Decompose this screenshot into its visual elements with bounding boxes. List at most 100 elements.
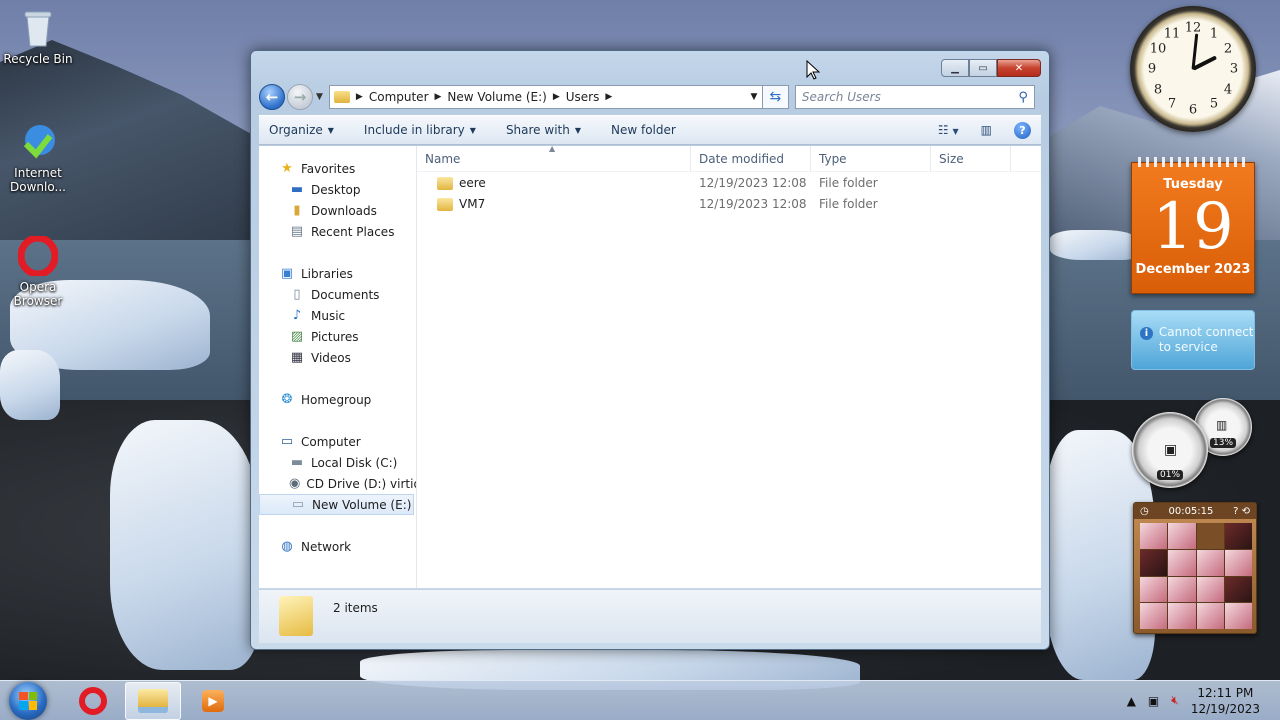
column-header-name[interactable]: Name ▲ [417, 144, 691, 171]
pictures-icon: ▨ [290, 329, 304, 344]
libraries-icon: ▣ [280, 266, 294, 281]
refresh-button[interactable]: ⇆ [762, 85, 789, 109]
chevron-down-icon: ▼ [327, 125, 334, 135]
puzzle-tile[interactable] [1140, 523, 1168, 549]
nav-documents[interactable]: ▯ Documents [259, 284, 416, 305]
puzzle-tile[interactable] [1224, 576, 1252, 603]
puzzle-tile[interactable] [1196, 576, 1224, 603]
new-folder-button[interactable]: New folder [611, 123, 676, 137]
puzzle-tile[interactable] [1224, 523, 1252, 549]
wallpaper-ice [0, 350, 60, 420]
desktop-icon-recycle-bin[interactable]: Recycle Bin [0, 8, 76, 66]
cpu-chip-icon: ▣ [1164, 442, 1178, 458]
puzzle-grid[interactable] [1140, 523, 1252, 629]
nav-cd-drive-d[interactable]: ◉CD Drive (D:) virtio-w [259, 473, 416, 494]
windows-explorer-icon [138, 688, 168, 713]
forward-button[interactable]: → [287, 84, 313, 110]
explorer-window[interactable]: ▁ ▭ ✕ ← → ▼ ▶ Computer ▶ New Volume (E:)… [250, 50, 1050, 650]
nav-network[interactable]: ◍ Network [259, 536, 416, 557]
nav-favorites[interactable]: ★ Favorites [259, 158, 416, 179]
cpu-meter[interactable]: ▣ 01% [1132, 412, 1208, 488]
include-in-library-menu[interactable]: Include in library ▼ [364, 123, 476, 137]
info-icon: i [1140, 327, 1153, 340]
details-pane: 2 items [259, 589, 1041, 643]
share-with-menu[interactable]: Share with ▼ [506, 123, 581, 137]
organize-menu[interactable]: Organize ▼ [269, 123, 334, 137]
puzzle-tile[interactable] [1196, 603, 1224, 629]
weather-gadget[interactable]: i Cannot connect to service [1131, 310, 1255, 370]
memory-chip-icon: ▥ [1216, 418, 1228, 432]
show-hidden-icons-button[interactable]: ▲ [1127, 694, 1136, 708]
computer-icon: ▭ [280, 434, 294, 449]
system-tray: ▲ ▣ 🔇︎ 12:11 PM 12/19/2023 [1127, 685, 1280, 717]
puzzle-tile[interactable] [1224, 549, 1252, 576]
recycle-bin-icon [18, 8, 58, 48]
puzzle-tile[interactable] [1168, 549, 1196, 576]
puzzle-tile[interactable] [1140, 603, 1168, 629]
cd-drive-icon: ◉ [289, 476, 301, 491]
taskbar-opera[interactable] [65, 682, 121, 720]
nav-homegroup[interactable]: ❂ Homegroup [259, 389, 416, 410]
close-button[interactable]: ✕ [997, 59, 1041, 77]
puzzle-tile[interactable] [1168, 603, 1196, 629]
file-list[interactable]: Name ▲ Date modified Type Size eere 12/19… [417, 144, 1041, 588]
picture-puzzle-gadget[interactable]: ◷ 00:05:15 ? ⟲ [1133, 502, 1257, 634]
change-view-button[interactable]: ☷ ▼ [938, 123, 959, 137]
file-row-vm7[interactable]: VM7 12/19/2023 12:08 ... File folder [417, 193, 1041, 214]
puzzle-tile[interactable] [1140, 549, 1168, 576]
address-bar[interactable]: ▶ Computer ▶ New Volume (E:) ▶ Users ▶ ▼ [328, 85, 763, 109]
nav-pictures[interactable]: ▨ Pictures [259, 326, 416, 347]
taskbar-windows-explorer[interactable] [125, 681, 181, 720]
clock-gadget[interactable]: 12 1 2 3 4 5 6 7 8 9 10 11 [1130, 6, 1256, 132]
breadcrumb-new-volume[interactable]: New Volume (E:) [447, 90, 546, 104]
breadcrumb-computer[interactable]: Computer [369, 90, 429, 104]
minimize-button[interactable]: ▁ [941, 59, 969, 77]
navigation-pane[interactable]: ★ Favorites ▬ Desktop ▮ Downloads ▤ Recent P… [259, 146, 417, 588]
breadcrumb-users[interactable]: Users [566, 90, 600, 104]
puzzle-tile[interactable] [1196, 549, 1224, 576]
column-header-type[interactable]: Type [811, 146, 931, 171]
puzzle-tile[interactable] [1168, 523, 1196, 549]
search-icon[interactable]: ⚲ [1018, 90, 1028, 105]
nav-music[interactable]: ♪ Music [259, 305, 416, 326]
taskbar-clock[interactable]: 12:11 PM 12/19/2023 [1191, 685, 1260, 717]
nav-new-volume-e[interactable]: ▭ New Volume (E:) [259, 494, 414, 515]
chevron-right-icon[interactable]: ▶ [356, 92, 363, 102]
file-row-eere[interactable]: eere 12/19/2023 12:08 ... File folder [417, 172, 1041, 193]
nav-downloads[interactable]: ▮ Downloads [259, 200, 416, 221]
preview-pane-button[interactable]: ▥ [981, 123, 992, 137]
back-button[interactable]: ← [259, 84, 285, 110]
nav-desktop[interactable]: ▬ Desktop [259, 179, 416, 200]
network-status-icon[interactable]: ▣ [1148, 694, 1159, 708]
column-header-date-modified[interactable]: Date modified [691, 146, 811, 171]
desktop-icon-opera-browser[interactable]: Opera Browser [0, 236, 76, 308]
puzzle-controls[interactable]: ? ⟲ [1233, 506, 1250, 517]
wallpaper-ice [1050, 230, 1140, 260]
address-history-dropdown[interactable]: ▼ [746, 92, 762, 102]
puzzle-tile[interactable] [1224, 603, 1252, 629]
search-input[interactable]: Search Users ⚲ [794, 85, 1035, 109]
column-header-size[interactable]: Size [931, 146, 1011, 171]
taskbar-media-player[interactable]: ▶ [185, 682, 241, 720]
nav-libraries[interactable]: ▣ Libraries [259, 263, 416, 284]
volume-muted-icon[interactable]: 🔇︎ [1171, 693, 1179, 708]
nav-videos[interactable]: ▦ Videos [259, 347, 416, 368]
puzzle-tile[interactable] [1168, 576, 1196, 603]
maximize-button[interactable]: ▭ [969, 59, 997, 77]
command-bar: Organize ▼ Include in library ▼ Share with… [259, 115, 1041, 145]
help-button[interactable]: ? [1014, 121, 1031, 139]
chevron-right-icon[interactable]: ▶ [605, 92, 612, 102]
folder-icon [333, 91, 350, 103]
chevron-right-icon[interactable]: ▶ [435, 92, 442, 102]
puzzle-tile[interactable] [1140, 576, 1168, 603]
desktop-icon-internet-download-manager[interactable]: Internet Downlo... [0, 122, 76, 194]
chevron-right-icon[interactable]: ▶ [553, 92, 560, 102]
nav-local-disk-c[interactable]: ▬ Local Disk (C:) [259, 452, 416, 473]
recent-pages-dropdown[interactable]: ▼ [316, 92, 323, 102]
start-button[interactable] [9, 681, 47, 720]
nav-recent-places[interactable]: ▤ Recent Places [259, 221, 416, 242]
folder-icon [437, 197, 453, 211]
nav-computer[interactable]: ▭ Computer [259, 431, 416, 452]
calendar-gadget[interactable]: Tuesday 19 December 2023 [1131, 157, 1255, 294]
drive-icon: ▭ [291, 497, 305, 512]
